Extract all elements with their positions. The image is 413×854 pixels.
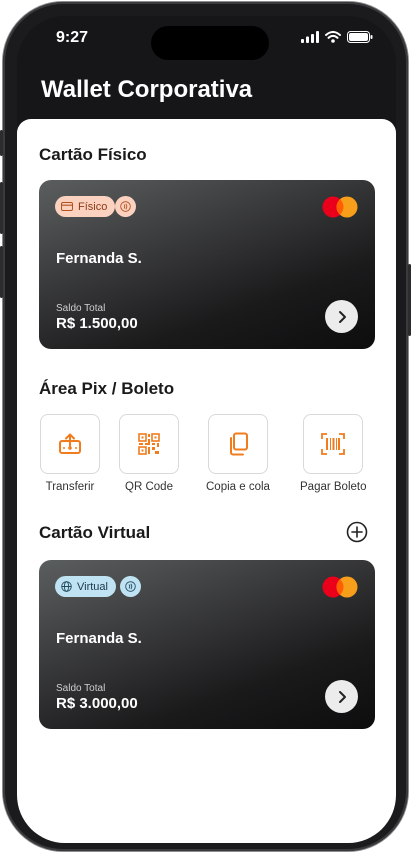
qr-code-action[interactable]: QR Code: [119, 414, 179, 493]
page-title: Wallet Corporativa: [41, 76, 253, 103]
copy-paste-button[interactable]: [207, 414, 268, 474]
credit-card-icon: [61, 202, 73, 211]
barcode-icon: [321, 433, 346, 455]
chevron-right-icon: [338, 310, 346, 323]
contactless-icon: [120, 201, 131, 212]
balance-value: R$ 3.000,00: [56, 695, 138, 712]
volume-up-button: [0, 182, 3, 234]
virtual-badge: Virtual: [55, 576, 116, 597]
pay-boleto-label: Pagar Boleto: [300, 481, 367, 493]
status-icons: [301, 31, 373, 43]
virtual-card[interactable]: Virtual Fernanda S. Saldo Total R$ 3.000…: [39, 560, 375, 729]
qr-code-button[interactable]: [119, 414, 179, 474]
contactless-badge: [120, 576, 141, 597]
card-details-button[interactable]: [325, 300, 358, 333]
physical-card[interactable]: Físico Fernanda S. Saldo Total R$ 1.500,…: [39, 180, 375, 349]
card-details-button[interactable]: [325, 680, 358, 713]
card-holder-name: Fernanda S.: [56, 250, 142, 267]
dynamic-island: [151, 26, 269, 60]
card-holder-name: Fernanda S.: [56, 630, 142, 647]
pix-section-title: Área Pix / Boleto: [39, 379, 175, 398]
balance-label: Saldo Total: [56, 683, 106, 694]
phone-frame: 9:27 Wallet Corporativa Cartão Físico Fí…: [0, 2, 411, 851]
mastercard-logo-icon: [322, 576, 358, 598]
contactless-icon: [125, 581, 136, 592]
contactless-badge: [115, 196, 136, 217]
pay-boleto-action[interactable]: Pagar Boleto: [300, 414, 367, 493]
signal-icon: [301, 31, 319, 43]
chevron-right-icon: [338, 690, 346, 703]
copy-paste-label: Copia e cola: [206, 481, 270, 493]
balance-label: Saldo Total: [56, 303, 106, 314]
transfer-label: Transferir: [45, 481, 95, 493]
copy-paste-action[interactable]: Copia e cola: [206, 414, 270, 493]
virtual-card-section-title: Cartão Virtual: [39, 523, 151, 542]
wifi-icon: [325, 31, 341, 43]
physical-badge: Físico: [55, 196, 116, 217]
action-button: [0, 130, 3, 156]
battery-icon: [347, 31, 373, 43]
qr-code-icon: [138, 433, 160, 455]
transfer-button[interactable]: [40, 414, 100, 474]
copy-icon: [229, 432, 248, 456]
pay-boleto-button[interactable]: [303, 414, 364, 474]
power-button: [408, 264, 411, 336]
balance-value: R$ 1.500,00: [56, 315, 138, 332]
physical-card-section-title: Cartão Físico: [39, 145, 147, 164]
volume-down-button: [0, 246, 3, 298]
transfer-action[interactable]: Transferir: [40, 414, 100, 493]
transfer-icon: [59, 433, 81, 454]
screen: 9:27 Wallet Corporativa Cartão Físico Fí…: [17, 16, 396, 843]
qr-code-label: QR Code: [125, 481, 173, 493]
mastercard-logo-icon: [322, 196, 358, 218]
globe-icon: [61, 581, 72, 592]
physical-badge-label: Físico: [78, 200, 108, 213]
status-bar: 9:27: [17, 16, 396, 66]
virtual-badge-label: Virtual: [77, 580, 108, 593]
add-virtual-card-button[interactable]: [346, 521, 368, 543]
status-time: 9:27: [56, 29, 89, 46]
